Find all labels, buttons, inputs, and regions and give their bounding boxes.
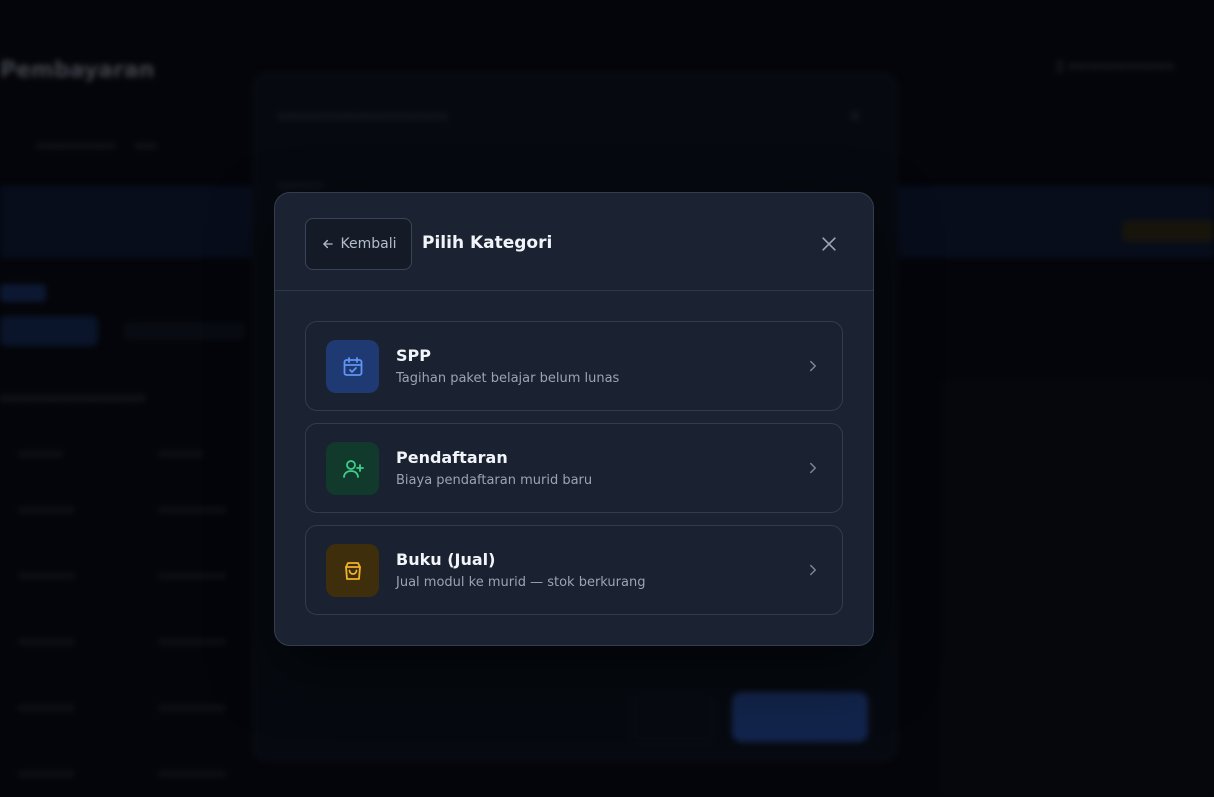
option-icon-box bbox=[326, 340, 379, 393]
dialog-title: Pilih Kategori bbox=[422, 233, 553, 253]
category-dialog: Kembali Pilih Kategori SPP Tagihan paket… bbox=[274, 192, 874, 646]
option-title: SPP bbox=[396, 346, 431, 365]
arrow-left-icon bbox=[322, 239, 333, 249]
category-options: SPP Tagihan paket belajar belum lunas Pe… bbox=[305, 321, 843, 627]
option-icon-box bbox=[326, 544, 379, 597]
back-button[interactable]: Kembali bbox=[305, 218, 412, 270]
back-button-label: Kembali bbox=[340, 236, 397, 252]
close-button[interactable] bbox=[817, 232, 841, 256]
calendar-check-icon bbox=[343, 356, 362, 376]
dialog-header: Kembali Pilih Kategori bbox=[275, 193, 873, 291]
option-title: Pendaftaran bbox=[396, 448, 508, 467]
shopping-bag-icon bbox=[344, 561, 361, 580]
option-pendaftaran[interactable]: Pendaftaran Biaya pendaftaran murid baru bbox=[305, 423, 843, 513]
close-icon bbox=[822, 237, 836, 251]
option-title: Buku (Jual) bbox=[396, 550, 496, 569]
chevron-right-icon bbox=[810, 564, 816, 576]
option-subtitle: Jual modul ke murid — stok berkurang bbox=[396, 575, 646, 590]
option-subtitle: Biaya pendaftaran murid baru bbox=[396, 473, 593, 488]
chevron-right-icon bbox=[810, 360, 816, 372]
option-icon-box bbox=[326, 442, 379, 495]
option-subtitle: Tagihan paket belajar belum lunas bbox=[396, 371, 620, 386]
option-buku-jual[interactable]: Buku (Jual) Jual modul ke murid — stok b… bbox=[305, 525, 843, 615]
app-stage: Pembayaran ▯ ▭▭▭▭▭▭▭▭ ▭▭▭▭▭▭▭ ▭▭ ▭▭▭▭▭▭▭… bbox=[0, 0, 1214, 797]
option-spp[interactable]: SPP Tagihan paket belajar belum lunas bbox=[305, 321, 843, 411]
user-plus-icon bbox=[342, 459, 364, 478]
chevron-right-icon bbox=[810, 462, 816, 474]
